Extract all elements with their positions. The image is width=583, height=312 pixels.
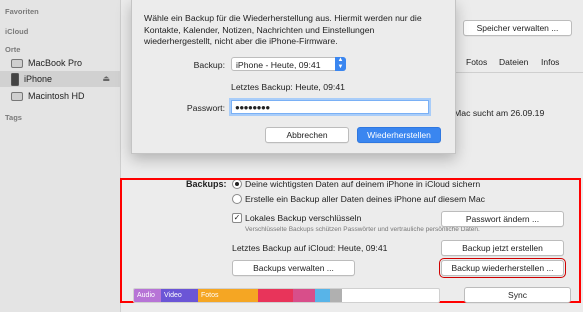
sidebar-item-macintosh-hd[interactable]: Macintosh HD — [0, 88, 120, 104]
storage-system — [330, 289, 342, 302]
storage-photos: Fotos — [198, 289, 258, 302]
storage-documents — [293, 289, 315, 302]
backup-label: Backup: — [193, 60, 225, 70]
password-label: Passwort: — [186, 103, 225, 113]
radio-icloud-label: Deine wichtigsten Daten auf deinem iPhon… — [245, 179, 481, 189]
sidebar-item-label: MacBook Pro — [28, 58, 83, 68]
chevron-updown-icon: ▲ ▼ — [335, 57, 346, 71]
storage-video: Video — [161, 289, 198, 302]
restore-dialog: Wähle ein Backup für die Wiederherstellu… — [131, 0, 456, 154]
sidebar-item-macbook-pro[interactable]: MacBook Pro — [0, 55, 120, 71]
backup-select[interactable]: iPhone - Heute, 09:41 ▲ ▼ — [231, 57, 346, 71]
tab-infos[interactable]: Infos — [541, 57, 559, 67]
restore-backup-button[interactable]: Backup wiederherstellen ... — [439, 258, 566, 278]
backup-select-value: iPhone - Heute, 09:41 — [236, 60, 321, 70]
backup-now-button[interactable]: Backup jetzt erstellen — [441, 240, 564, 256]
storage-other — [315, 289, 330, 302]
sidebar-item-iphone[interactable]: iPhone ⏏ — [0, 71, 120, 87]
tab-fotos[interactable]: Fotos — [466, 57, 487, 67]
encrypt-subtext: Verschlüsselte Backups schützen Passwört… — [245, 226, 480, 233]
backups-label: Backups: — [186, 179, 227, 189]
laptop-icon — [11, 58, 23, 68]
dialog-last-backup: Letztes Backup: Heute, 09:41 — [231, 82, 345, 92]
encrypt-checkbox[interactable]: ✓ — [232, 213, 242, 223]
eject-icon[interactable]: ⏏ — [102, 74, 110, 83]
storage-bar: Audio Video Fotos — [133, 288, 440, 303]
radio-icloud-backup[interactable] — [232, 179, 242, 189]
update-hint: Mac sucht am 26.09.19 — [454, 108, 545, 118]
sidebar-item-label: iPhone — [24, 74, 53, 84]
storage-apps — [258, 289, 293, 302]
disk-icon — [11, 91, 23, 101]
icloud-header[interactable]: iCloud — [5, 27, 28, 36]
password-field[interactable]: ●●●●●●●● — [231, 100, 429, 114]
places-header: Orte — [5, 45, 21, 54]
sync-button[interactable]: Sync — [464, 287, 571, 303]
dialog-message: Wähle ein Backup für die Wiederherstellu… — [144, 13, 422, 46]
iphone-icon — [11, 72, 19, 86]
last-backup-icloud: Letztes Backup auf iCloud: Heute, 09:41 — [232, 243, 388, 253]
tab-dateien[interactable]: Dateien — [499, 57, 528, 67]
restore-button[interactable]: Wiederherstellen — [357, 127, 441, 143]
change-password-button[interactable]: Passwort ändern ... — [441, 211, 564, 227]
favorites-header: Favoriten — [5, 7, 39, 16]
sidebar: Favoriten iCloud Orte MacBook Pro iPhone… — [0, 0, 121, 312]
storage-audio: Audio — [134, 289, 161, 302]
tab-divider — [454, 72, 583, 73]
radio-mac-backup[interactable] — [232, 194, 242, 204]
manage-backups-button[interactable]: Backups verwalten ... — [232, 260, 355, 276]
manage-storage-button[interactable]: Speicher verwalten ... — [463, 20, 572, 36]
radio-mac-label: Erstelle ein Backup aller Daten deines i… — [245, 194, 486, 204]
tags-header: Tags — [5, 113, 22, 122]
sidebar-item-label: Macintosh HD — [28, 91, 85, 101]
encrypt-label: Lokales Backup verschlüsseln — [245, 213, 362, 223]
cancel-button[interactable]: Abbrechen — [265, 127, 349, 143]
